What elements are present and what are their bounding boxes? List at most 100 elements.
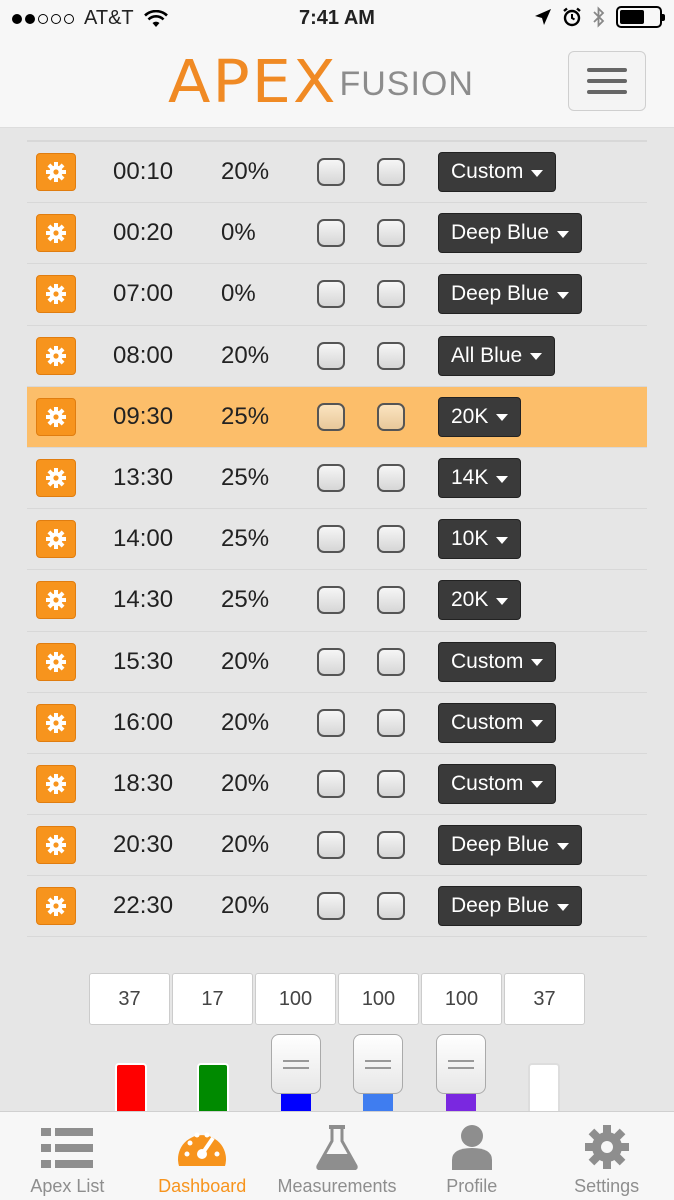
schedule-row[interactable]: 14:00 25% 10K [27,509,647,571]
slider-channel-5[interactable] [446,1093,476,1113]
row-checkbox-1[interactable] [317,402,345,431]
profile-dropdown[interactable]: Custom [438,763,557,804]
row-checkbox-2[interactable] [377,219,405,248]
edit-row-button[interactable] [36,887,76,926]
schedule-row[interactable]: 00:10 20% Custom [27,142,647,204]
edit-row-button[interactable] [36,764,76,803]
row-checkbox-1[interactable] [317,769,345,798]
gear-icon [46,162,66,183]
profile-dropdown[interactable]: Deep Blue [438,886,583,927]
channel-value-box[interactable]: 100 [338,973,419,1025]
edit-row-button[interactable] [36,703,76,742]
row-checkbox-1[interactable] [317,219,345,248]
profile-dropdown[interactable]: Deep Blue [438,274,583,315]
row-checkbox-2[interactable] [377,769,405,798]
slider-channel-1[interactable] [115,1063,147,1113]
row-checkbox-1[interactable] [317,831,345,860]
schedule-row[interactable]: 16:00 20% Custom [27,693,647,754]
row-checkbox-1[interactable] [317,280,345,309]
hamburger-menu-button[interactable] [568,51,646,111]
channel-value-box[interactable]: 37 [89,973,170,1025]
slider-handle-channel-5[interactable] [436,1034,486,1094]
profile-dropdown[interactable]: Deep Blue [438,213,583,254]
gear-icon [46,590,66,611]
edit-row-button[interactable] [36,826,76,865]
schedule-row[interactable]: 18:30 20% Custom [27,754,647,816]
caret-down-icon [557,842,570,850]
edit-row-button[interactable] [36,459,76,498]
schedule-row[interactable]: 15:30 20% Custom [27,632,647,693]
profile-dropdown[interactable]: 20K [438,396,522,437]
row-checkbox-2[interactable] [377,831,405,860]
schedule-row[interactable]: 00:20 0% Deep Blue [27,203,647,265]
profile-dropdown[interactable]: 20K [438,580,522,621]
edit-row-button[interactable] [36,397,76,436]
bluetooth-icon [593,6,605,28]
tab-apex-list[interactable]: Apex List [0,1112,135,1200]
tab-label: Dashboard [158,1176,247,1196]
channel-value-box[interactable]: 37 [504,973,585,1025]
profile-dropdown[interactable]: 10K [438,519,522,560]
tab-dashboard[interactable]: Dashboard [135,1112,270,1200]
schedule-row[interactable]: 08:00 20% All Blue [27,326,647,387]
slider-handle-channel-4[interactable] [353,1034,403,1094]
caret-down-icon [496,414,509,422]
tab-settings[interactable]: Settings [539,1112,674,1200]
row-checkbox-1[interactable] [317,525,345,554]
edit-row-button[interactable] [36,214,76,253]
channel-value-box[interactable]: 100 [421,973,502,1025]
row-checkbox-2[interactable] [377,525,405,554]
edit-row-button[interactable] [36,153,76,192]
schedule-row[interactable]: 09:30 25% 20K [27,386,647,448]
row-checkbox-2[interactable] [377,341,405,370]
channel-value-box[interactable]: 100 [255,973,336,1025]
channel-value-box[interactable]: 17 [172,973,253,1025]
row-checkbox-1[interactable] [317,586,345,615]
profile-dropdown[interactable]: All Blue [438,335,556,376]
row-checkbox-1[interactable] [317,341,345,370]
row-time: 20:30 [113,831,174,859]
gear-icon [46,406,66,427]
edit-row-button[interactable] [36,581,76,620]
profile-dropdown[interactable]: Deep Blue [438,825,583,866]
schedule-row[interactable]: 22:30 20% Deep Blue [27,876,647,938]
slider-channel-4[interactable] [363,1093,393,1113]
row-checkbox-2[interactable] [377,464,405,493]
row-checkbox-1[interactable] [317,158,345,187]
profile-dropdown[interactable]: Custom [438,641,557,682]
row-checkbox-2[interactable] [377,708,405,737]
schedule-row[interactable]: 07:00 0% Deep Blue [27,264,647,326]
row-checkbox-1[interactable] [317,647,345,676]
gear-icon [46,773,66,794]
gear-icon [46,896,66,917]
flask-icon [316,1125,358,1170]
schedule-row[interactable]: 14:30 25% 20K [27,570,647,632]
slider-channel-2[interactable] [197,1063,229,1113]
edit-row-button[interactable] [36,642,76,681]
edit-row-button[interactable] [36,336,76,375]
row-checkbox-2[interactable] [377,892,405,921]
edit-row-button[interactable] [36,275,76,314]
row-checkbox-1[interactable] [317,464,345,493]
row-checkbox-1[interactable] [317,708,345,737]
row-intensity: 25% [221,402,270,430]
row-checkbox-2[interactable] [377,158,405,187]
tab-measurements[interactable]: Measurements [270,1112,405,1200]
row-checkbox-2[interactable] [377,280,405,309]
slider-channel-6[interactable] [528,1063,560,1113]
profile-dropdown[interactable]: 14K [438,458,522,499]
slider-handle-channel-3[interactable] [271,1034,321,1094]
row-checkbox-2[interactable] [377,402,405,431]
tab-profile[interactable]: Profile [404,1112,539,1200]
schedule-row[interactable]: 20:30 20% Deep Blue [27,815,647,877]
gear-icon [46,529,66,550]
schedule-row[interactable]: 13:30 25% 14K [27,448,647,510]
gear-icon [46,345,66,366]
row-checkbox-1[interactable] [317,892,345,921]
slider-channel-3[interactable] [281,1093,311,1113]
row-checkbox-2[interactable] [377,647,405,676]
row-checkbox-2[interactable] [377,586,405,615]
profile-dropdown[interactable]: Custom [438,702,557,743]
edit-row-button[interactable] [36,520,76,559]
profile-dropdown[interactable]: Custom [438,152,557,193]
